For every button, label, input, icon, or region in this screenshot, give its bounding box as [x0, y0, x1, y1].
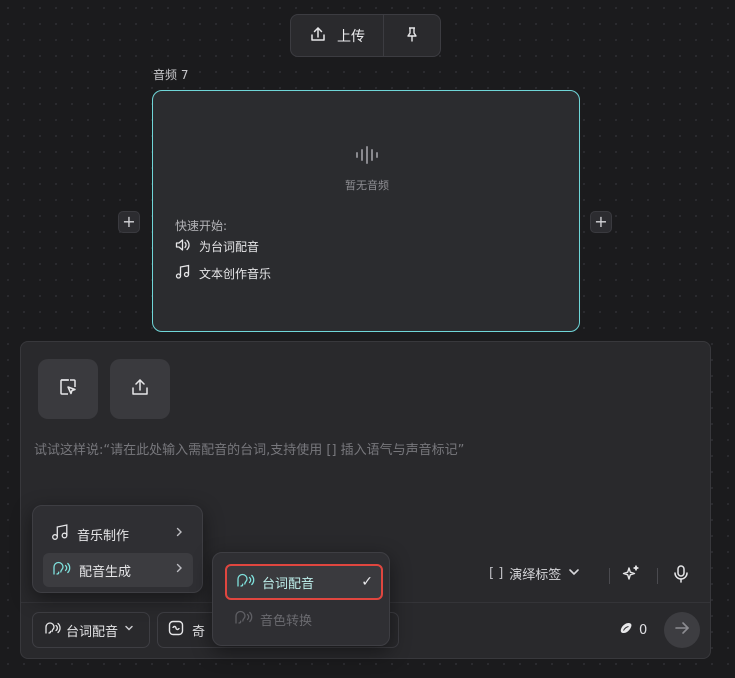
- voice-submenu: 台词配音 ✓ 音色转换: [212, 552, 390, 646]
- model-label: 奇: [192, 624, 206, 640]
- model-icon: [168, 620, 184, 640]
- prompt-input[interactable]: 试试这样说:“请在此处输入需配音的台词,支持使用 [] 插入语气与声音标记”: [34, 439, 674, 458]
- submenu-item-label: 台词配音: [262, 576, 315, 592]
- quick-item-label: 文本创作音乐: [199, 266, 272, 281]
- upload-icon: [309, 25, 327, 47]
- chevron-right-icon: [173, 526, 185, 542]
- credit-bean-icon: [619, 621, 633, 639]
- upload-file-button[interactable]: [110, 359, 170, 419]
- mode-select[interactable]: 台词配音: [32, 612, 150, 648]
- select-reference-button[interactable]: [38, 359, 98, 419]
- voice-icon: [43, 620, 61, 640]
- chevron-down-icon: [123, 622, 135, 638]
- add-left-button[interactable]: +: [118, 211, 140, 233]
- chevron-right-icon: [173, 562, 185, 578]
- pin-icon: [404, 26, 420, 46]
- speaker-icon: [175, 238, 190, 255]
- pin-button[interactable]: [384, 15, 440, 56]
- select-cursor-icon: [58, 377, 78, 401]
- submenu-item-label: 音色转换: [260, 613, 313, 629]
- mode-label: 台词配音: [66, 624, 119, 640]
- send-button[interactable]: [664, 612, 700, 648]
- quick-item-text-music[interactable]: 文本创作音乐: [175, 264, 271, 282]
- audio-node-card[interactable]: 暂无音频 快速开始: 为台词配音 文本创作音乐: [152, 90, 580, 332]
- menu-item-label: 配音生成: [79, 564, 132, 580]
- quick-start-label: 快速开始:: [175, 219, 228, 233]
- credits-display: 0: [619, 621, 647, 639]
- upload-icon: [130, 377, 150, 401]
- sparkle-icon[interactable]: [621, 564, 641, 588]
- empty-audio-text: 暂无音频: [345, 179, 389, 192]
- upload-button[interactable]: 上传: [291, 15, 383, 56]
- divider: [657, 568, 658, 584]
- voice-icon: [51, 559, 71, 581]
- arrow-right-icon: [674, 620, 690, 640]
- submenu-item-voice-conversion[interactable]: 音色转换: [225, 601, 383, 637]
- quick-item-label: 为台词配音: [199, 240, 260, 254]
- menu-item-voice[interactable]: 配音生成: [43, 553, 193, 587]
- microphone-icon[interactable]: [671, 564, 691, 588]
- menu-item-label: 音乐制作: [77, 528, 130, 544]
- bracket-icon: [ ]: [489, 566, 504, 581]
- music-note-icon: [51, 523, 69, 545]
- check-icon: ✓: [361, 574, 373, 590]
- top-toolbar: 上传: [290, 14, 441, 57]
- submenu-item-voice-lines[interactable]: 台词配音 ✓: [225, 564, 383, 600]
- upload-label: 上传: [337, 28, 365, 45]
- performance-tag-dropdown[interactable]: [ ] 演绎标签: [489, 564, 581, 583]
- menu-item-music[interactable]: 音乐制作: [43, 517, 193, 551]
- performance-tag-label: 演绎标签: [509, 568, 562, 583]
- quick-item-voice-lines[interactable]: 为台词配音: [175, 238, 259, 255]
- voice-icon: [233, 608, 253, 630]
- node-title: 音频 7: [153, 68, 189, 82]
- mode-menu: 音乐制作 配音生成: [32, 505, 203, 593]
- voice-icon: [235, 571, 255, 593]
- add-right-button[interactable]: +: [590, 211, 612, 233]
- waveform-icon: [355, 145, 379, 169]
- music-note-icon: [175, 264, 190, 282]
- chevron-down-icon: [567, 565, 581, 583]
- divider: [609, 568, 610, 584]
- credits-value: 0: [639, 622, 648, 638]
